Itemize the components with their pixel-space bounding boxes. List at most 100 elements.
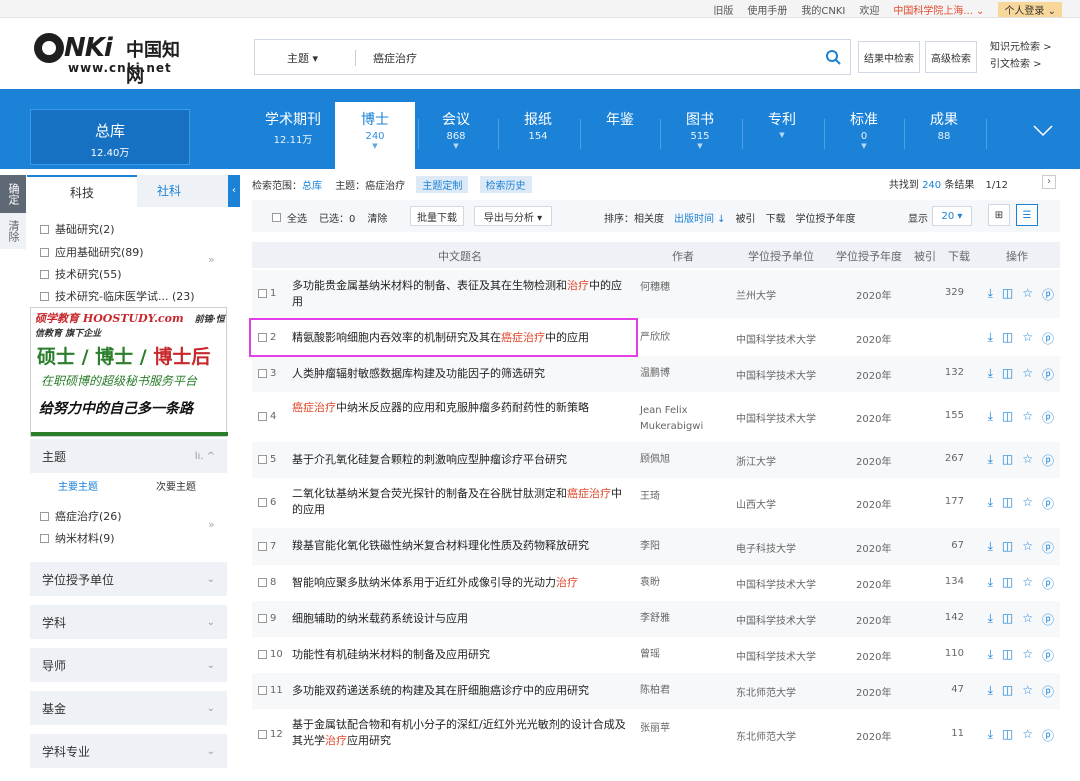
author-link[interactable]: Jean Felix Mukerabigwi — [640, 403, 730, 435]
search-field-select[interactable]: 主题 ▾ — [287, 50, 318, 66]
paper-title-link[interactable]: 基于介孔氧化硅复合颗粒的刺激响应型肿瘤诊疗平台研究 — [292, 452, 632, 468]
sort-downloads[interactable]: 下载 — [766, 210, 786, 225]
tab-achievements[interactable]: 成果 88 — [906, 102, 982, 156]
cite-icon[interactable]: ⓟ — [1042, 539, 1054, 556]
paper-title-link[interactable]: 智能响应聚多肽纳米体系用于近红外成像引导的光动力治疗 — [292, 575, 632, 591]
row-select[interactable]: 10 — [258, 649, 283, 660]
cite-icon[interactable]: ⓟ — [1042, 409, 1054, 426]
author-link[interactable]: 李舒雅 — [640, 611, 730, 627]
favorite-icon[interactable]: ☆ — [1022, 575, 1033, 592]
degree-unit-link[interactable]: 兰州大学 — [736, 287, 846, 302]
grid-view-icon[interactable]: ⊞ — [988, 204, 1010, 226]
sort-pubtime[interactable]: 出版时间 ↓ — [674, 210, 726, 225]
cnki-logo[interactable]: NKi 中国知网 www.cnki.net — [34, 33, 194, 87]
category-tech-research[interactable]: 技术研究(55) — [40, 266, 122, 282]
cite-icon[interactable]: ⓟ — [1042, 575, 1054, 592]
degree-unit-link[interactable]: 中国科学技术大学 — [736, 648, 846, 663]
author-link[interactable]: 袁盼 — [640, 575, 730, 591]
panel-degree-unit[interactable]: 学位授予单位 ⌄ — [30, 562, 227, 596]
scope-value[interactable]: 总库 — [302, 181, 322, 192]
login-button[interactable]: 个人登录 ⌄ — [998, 2, 1062, 17]
author-link[interactable]: 曾瑶 — [640, 647, 730, 663]
author-link[interactable]: 李阳 — [640, 539, 730, 555]
download-icon[interactable]: ⤓ — [988, 495, 993, 512]
page-size-select[interactable]: 20 ▾ — [932, 206, 972, 226]
cite-icon[interactable]: ⓟ — [1042, 647, 1054, 664]
read-icon[interactable]: ◫ — [1002, 647, 1013, 664]
chevron-down-icon[interactable] — [1032, 119, 1054, 143]
search-within-results-button[interactable]: 结果中检索 — [858, 41, 920, 73]
tab-yearbook[interactable]: 年鉴 — [582, 102, 658, 156]
row-select[interactable]: 9 — [258, 613, 276, 624]
paper-title-link[interactable]: 基于金属钛配合物和有机小分子的深红/近红外光光敏剂的设计合成及其光学治疗应用研究 — [292, 717, 632, 749]
panel-major[interactable]: 学科专业 ⌄ — [30, 734, 227, 768]
tab-journals[interactable]: 学术期刊 12.11万 — [255, 102, 331, 156]
favorite-icon[interactable]: ☆ — [1022, 647, 1033, 664]
favorite-icon[interactable]: ☆ — [1022, 286, 1033, 303]
degree-unit-link[interactable]: 中国科学技术大学 — [736, 612, 846, 627]
search-input[interactable]: 癌症治疗 — [373, 50, 417, 66]
favorite-icon[interactable]: ☆ — [1022, 409, 1033, 426]
row-select[interactable]: 12 — [258, 729, 283, 740]
panel-supervisor[interactable]: 导师 ⌄ — [30, 648, 227, 682]
tab-conference[interactable]: 会议 868 ▼ — [418, 102, 494, 156]
search-icon[interactable] — [816, 40, 850, 74]
read-icon[interactable]: ◫ — [1002, 611, 1013, 628]
download-icon[interactable]: ⤓ — [988, 647, 993, 664]
topic-nanomaterials[interactable]: 纳米材料(9) — [40, 530, 115, 546]
row-select[interactable]: 1 — [258, 288, 276, 299]
author-link[interactable]: 张丽苹 — [640, 721, 730, 737]
favorite-icon[interactable]: ☆ — [1022, 539, 1033, 556]
advanced-search-button[interactable]: 高级检索 — [925, 41, 977, 73]
secondary-topic-tab[interactable]: 次要主题 — [156, 478, 196, 493]
my-cnki-link[interactable]: 我的CNKI — [801, 2, 845, 17]
read-icon[interactable]: ◫ — [1002, 330, 1013, 347]
paper-title-link[interactable]: 功能性有机硅纳米材料的制备及应用研究 — [292, 647, 632, 663]
row-select[interactable]: 4 — [258, 411, 276, 422]
select-all-checkbox[interactable] — [272, 213, 281, 222]
cite-icon[interactable]: ⓟ — [1042, 495, 1054, 512]
paper-title-link[interactable]: 多功能双药递送系统的构建及其在肝细胞癌诊疗中的应用研究 — [292, 683, 632, 699]
favorite-icon[interactable]: ☆ — [1022, 683, 1033, 700]
read-icon[interactable]: ◫ — [1002, 575, 1013, 592]
topic-customize-button[interactable]: 主题定制 — [416, 176, 469, 193]
clear-filter-button[interactable]: 清除 — [0, 213, 26, 249]
degree-unit-link[interactable]: 中国科学技术大学 — [736, 367, 846, 382]
clear-selection-link[interactable]: 清除 — [367, 210, 387, 225]
author-link[interactable]: 顾佩旭 — [640, 452, 730, 468]
main-topic-tab[interactable]: 主要主题 — [58, 478, 98, 493]
read-icon[interactable]: ◫ — [1002, 452, 1013, 469]
download-icon[interactable]: ⤓ — [988, 539, 993, 556]
author-link[interactable]: 陈柏君 — [640, 683, 730, 699]
paper-title-link[interactable]: 多功能贵金属基纳米材料的制备、表征及其在生物检测和治疗中的应用 — [292, 278, 632, 310]
favorite-icon[interactable]: ☆ — [1022, 366, 1033, 383]
download-icon[interactable]: ⤓ — [988, 727, 993, 744]
download-icon[interactable]: ⤓ — [988, 330, 993, 347]
paper-title-link[interactable]: 二氧化钛基纳米复合荧光探针的制备及在谷胱甘肽测定和癌症治疗中的应用 — [292, 486, 632, 518]
org-dropdown[interactable]: 中国科学院上海... ⌄ — [893, 2, 984, 17]
knowledge-search-link[interactable]: 知识元检索 > — [990, 39, 1052, 56]
row-select[interactable]: 11 — [258, 685, 283, 696]
author-link[interactable]: 何穗穗 — [640, 280, 730, 296]
degree-unit-link[interactable]: 电子科技大学 — [736, 540, 846, 555]
row-select[interactable]: 8 — [258, 577, 276, 588]
manual-link[interactable]: 使用手册 — [747, 2, 787, 17]
cite-icon[interactable]: ⓟ — [1042, 330, 1054, 347]
category-basic-research[interactable]: 基础研究(2) — [40, 221, 115, 237]
category-applied-basic-research[interactable]: 应用基础研究(89) — [40, 244, 144, 260]
hoostudy-ad-banner[interactable]: 硕学教育 HOOSTUDY.com 前锦·恒信教育 旗下企业 硕士 / 博士 /… — [30, 307, 228, 437]
read-icon[interactable]: ◫ — [1002, 366, 1013, 383]
export-analysis-button[interactable]: 导出与分析 ▾ — [474, 206, 552, 226]
panel-discipline[interactable]: 学科 ⌄ — [30, 605, 227, 639]
row-select[interactable]: 3 — [258, 368, 276, 379]
download-icon[interactable]: ⤓ — [988, 409, 993, 426]
sort-relevance[interactable]: 排序：相关度 — [604, 210, 664, 225]
author-link[interactable]: 严欣欣 — [640, 330, 730, 346]
degree-unit-link[interactable]: 山西大学 — [736, 496, 846, 511]
cite-icon[interactable]: ⓟ — [1042, 452, 1054, 469]
tab-standards[interactable]: 标准 0 ▼ — [826, 102, 902, 156]
read-icon[interactable]: ◫ — [1002, 409, 1013, 426]
row-select[interactable]: 7 — [258, 541, 276, 552]
row-select[interactable]: 5 — [258, 454, 276, 465]
category-clinical[interactable]: 技术研究-临床医学试... (23) — [40, 288, 195, 304]
